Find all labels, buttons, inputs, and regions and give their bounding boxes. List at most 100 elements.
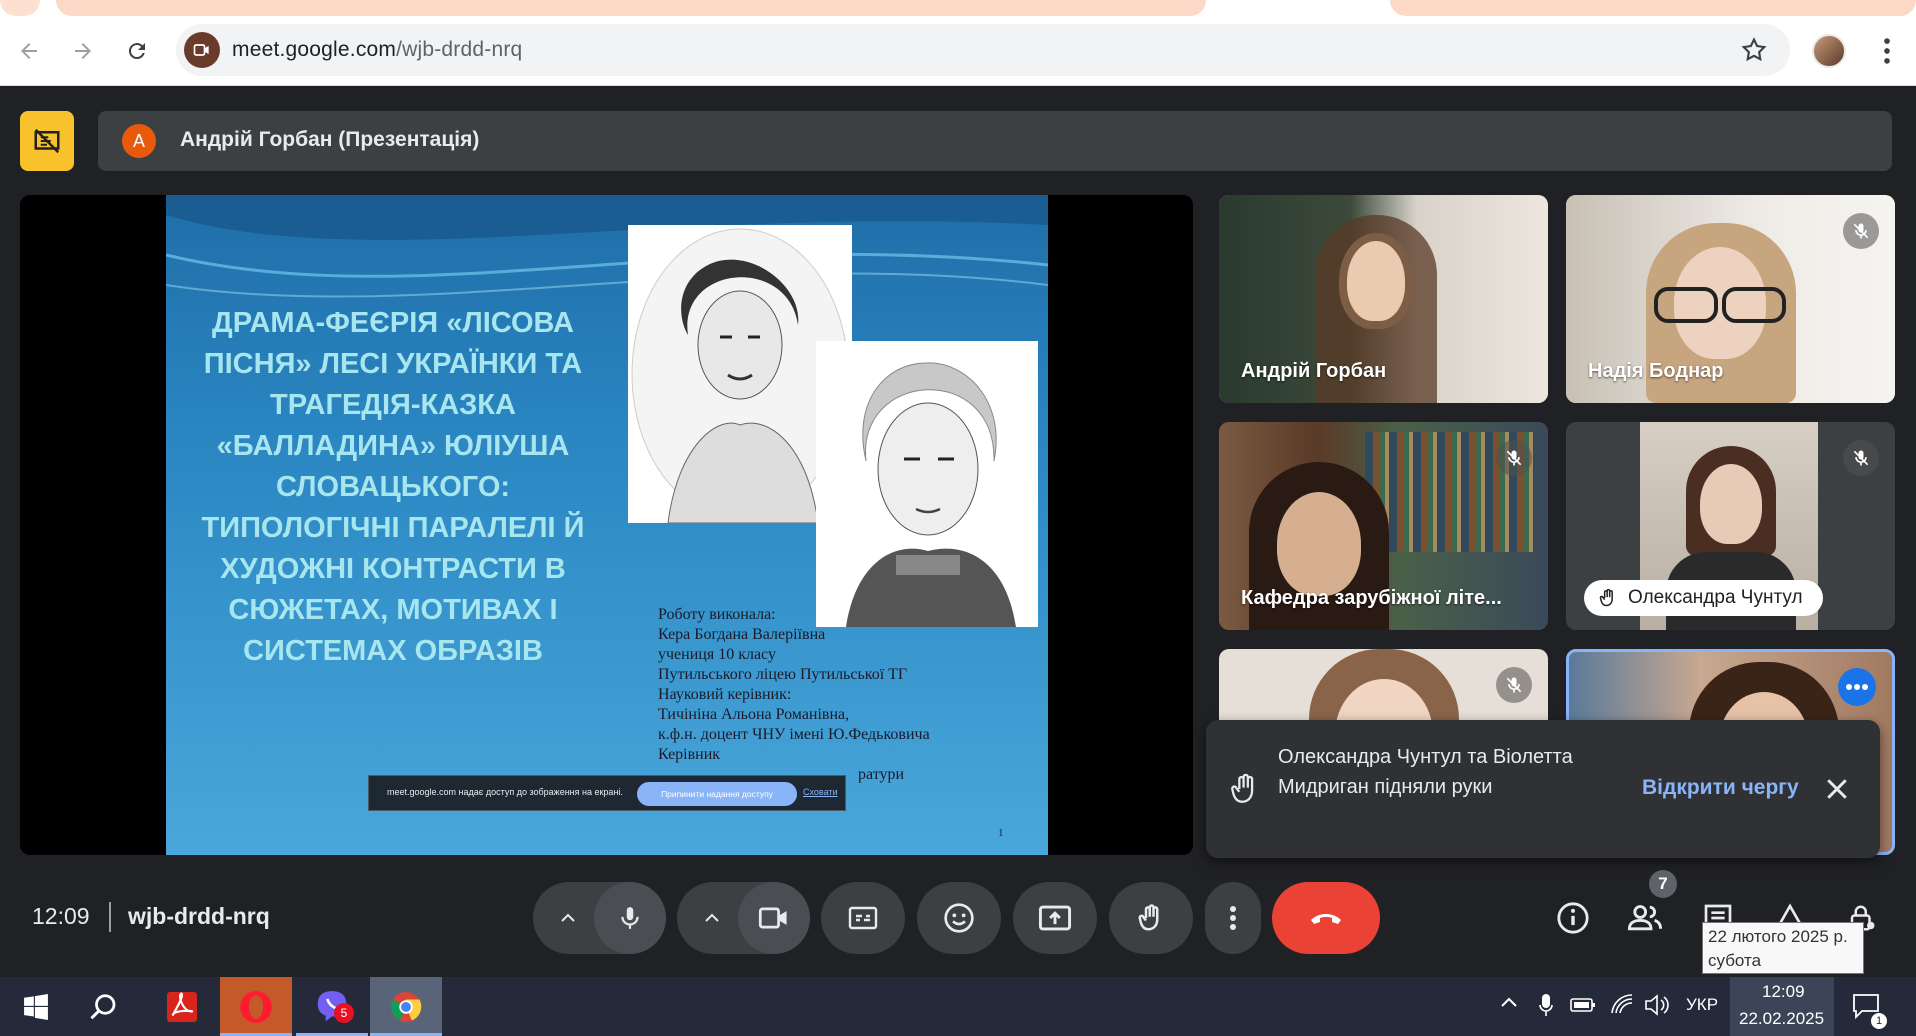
meeting-details-button[interactable] [1549, 894, 1597, 942]
raised-hand-icon [1228, 772, 1262, 806]
participant-tile[interactable]: Кафедра зарубіжної літе... [1219, 422, 1548, 630]
hide-notice-link[interactable]: Сховати [803, 787, 838, 797]
search-button[interactable] [68, 977, 140, 1036]
hang-up-icon [1311, 914, 1341, 924]
slide-info-line: Путильського ліцею Путильської ТГ [658, 666, 908, 683]
slide-info-line: Кера Богдана Валеріївна [658, 626, 826, 643]
raise-hand-button[interactable] [1109, 882, 1193, 954]
tooltip-date: 22 лютого 2025 р. [1708, 927, 1848, 946]
opera-app-button[interactable] [220, 977, 292, 1036]
present-screen-icon [1038, 905, 1072, 931]
slide-info-line: Науковий керівник: [658, 686, 792, 703]
people-button[interactable] [1621, 894, 1669, 942]
glasses [1722, 287, 1786, 323]
slide-page-number: 1 [998, 827, 1004, 839]
presenter-avatar: А [122, 124, 156, 158]
more-options-button[interactable] [1838, 668, 1876, 706]
back-button[interactable] [12, 34, 46, 68]
audio-options-button[interactable] [540, 882, 596, 954]
taskbar-time: 12:09 [1762, 982, 1805, 1001]
present-screen-button[interactable] [1013, 882, 1097, 954]
slide-info-line: к.ф.н. доцент ЧНУ імені Ю.Федьковича [658, 726, 930, 743]
clock-button[interactable]: 12:09 22.02.2025 [1730, 977, 1834, 1036]
slide-info-line: Роботу виконала: [658, 606, 776, 623]
emoji-icon [944, 903, 974, 933]
stop-sharing-button[interactable]: Припинити надання доступу [637, 782, 797, 806]
network-icon[interactable] [1610, 993, 1634, 1020]
windows-logo-icon [24, 993, 48, 1020]
search-icon [90, 993, 116, 1019]
slide-info-line: Тичініна Альона Романівна, [658, 706, 850, 723]
muted-mic-icon [1496, 440, 1532, 476]
tooltip-weekday: субота [1708, 951, 1762, 970]
presentation-off-icon [34, 128, 60, 154]
chevron-up-icon [705, 913, 719, 922]
address-bar[interactable]: meet.google.com/wjb-drdd-nrq [176, 24, 1790, 76]
tab-active-edge[interactable] [56, 0, 1206, 16]
muted-mic-icon [1843, 440, 1879, 476]
toast-message: Олександра Чунтул та Віолетта Мидриган п… [1278, 746, 1573, 798]
presentation-stage[interactable]: Драма-феєрія «Лісова пісня» Лесі Українк… [20, 195, 1193, 855]
people-icon [1627, 905, 1663, 931]
forward-button[interactable] [66, 34, 100, 68]
volume-icon[interactable] [1644, 993, 1670, 1022]
tab-edge[interactable] [0, 0, 40, 16]
windows-taskbar: 5 УКР 12:09 22.02.2025 [0, 977, 1916, 1036]
viber-badge: 5 [334, 1003, 354, 1023]
slide-title: Драма-феєрія «Лісова пісня» Лесі Українк… [201, 307, 585, 667]
tab-next-edge[interactable] [1390, 0, 1916, 16]
participant-name: Олександра Чунтул [1628, 587, 1803, 608]
more-options-button[interactable] [1205, 882, 1261, 954]
microphone-icon [621, 907, 639, 929]
forward-arrow-icon [75, 43, 91, 59]
portrait-lesya-ukrainka [816, 341, 1038, 627]
profile-avatar[interactable] [1812, 34, 1846, 68]
participant-face [1347, 241, 1405, 321]
acrobat-icon [167, 991, 197, 1022]
more-horizontal-icon [1846, 684, 1868, 690]
acrobat-app-button[interactable] [146, 977, 218, 1036]
meeting-clock: 12:09 [32, 903, 90, 929]
meet-site-icon [184, 32, 220, 68]
info-icon [1557, 902, 1589, 934]
start-button[interactable] [0, 977, 72, 1036]
video-options-button[interactable] [684, 882, 740, 954]
participant-name: Надія Боднар [1588, 360, 1724, 382]
open-queue-button[interactable]: Відкрити чергу [1642, 776, 1799, 800]
raise-hand-icon [1138, 904, 1159, 931]
microphone-button[interactable] [594, 882, 666, 954]
camera-button[interactable] [738, 882, 810, 954]
reactions-button[interactable] [917, 882, 1001, 954]
url-text: meet.google.com/wjb-drdd-nrq [232, 38, 523, 61]
participant-tile[interactable]: Олександра Чунтул [1566, 422, 1895, 630]
viber-app-button[interactable]: 5 [296, 977, 368, 1036]
participant-tile[interactable]: Андрій Горбан [1219, 195, 1548, 403]
leave-call-button[interactable] [1272, 882, 1380, 954]
slide-info-line: учениця 10 класу [658, 646, 776, 663]
bookmark-star-icon[interactable] [1740, 36, 1768, 64]
stop-presenting-button[interactable] [20, 111, 74, 171]
taskbar-date: 22.02.2025 [1739, 1009, 1825, 1028]
chrome-app-button[interactable] [370, 977, 442, 1036]
battery-icon[interactable] [1570, 997, 1596, 1018]
language-indicator[interactable]: УКР [1686, 995, 1718, 1015]
participant-video [1277, 492, 1361, 596]
close-toast-icon[interactable] [1822, 774, 1852, 804]
participant-tile[interactable]: Надія Боднар [1566, 195, 1895, 403]
presentation-slide: Драма-феєрія «Лісова пісня» Лесі Українк… [166, 195, 1048, 855]
muted-mic-icon [1496, 667, 1532, 703]
closed-captions-icon [848, 906, 878, 930]
participant-name: Андрій Горбан [1241, 360, 1387, 382]
show-hidden-icons-button[interactable] [1500, 995, 1518, 1013]
microphone-tray-icon[interactable] [1538, 993, 1554, 1022]
reload-button[interactable] [120, 34, 154, 68]
back-arrow-icon [21, 43, 37, 59]
participant-name: Кафедра зарубіжної літе... [1241, 587, 1502, 609]
browser-menu-icon[interactable] [1870, 34, 1904, 68]
captions-button[interactable] [821, 882, 905, 954]
muted-mic-icon [1843, 213, 1879, 249]
participant-face [1700, 464, 1762, 544]
meeting-code: wjb-drdd-nrq [128, 903, 270, 929]
raised-hands-toast: Олександра Чунтул та Віолетта Мидриган п… [1206, 720, 1880, 858]
share-notice-text: meet.google.com надає доступ до зображен… [387, 787, 623, 797]
